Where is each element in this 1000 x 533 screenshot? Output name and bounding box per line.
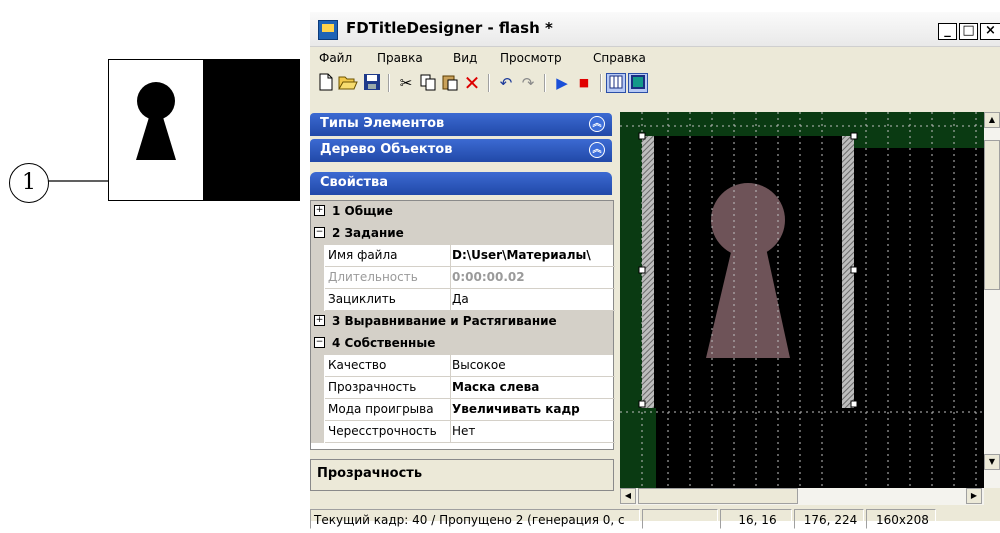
paste-icon[interactable] — [440, 73, 460, 93]
prop-row-playmode[interactable]: Мода проигрыва Увеличивать кадр — [311, 399, 615, 421]
canvas-scene — [620, 112, 984, 488]
menu-edit[interactable]: Правка — [377, 51, 423, 65]
horizontal-scrollbar[interactable]: ◀ ▶ — [620, 488, 984, 505]
title-bar: FDTitleDesigner - flash * _ □ × — [310, 12, 1000, 47]
prop-row-interlace[interactable]: Чересстрочность Нет — [311, 421, 615, 443]
vertical-scrollbar[interactable]: ▲ ▼ — [984, 112, 1000, 488]
category-own[interactable]: − 4 Собственные — [311, 333, 613, 355]
keyhole-mask-illustration — [108, 59, 300, 201]
redo-icon[interactable]: ↷ — [518, 73, 538, 93]
mask-black-area — [203, 60, 299, 200]
status-coords-2: 176, 224 — [794, 509, 864, 529]
scroll-thumb[interactable] — [984, 140, 1000, 290]
menu-preview[interactable]: Просмотр — [500, 51, 562, 65]
undo-icon[interactable]: ↶ — [496, 73, 516, 93]
scroll-down-icon[interactable]: ▼ — [984, 454, 1000, 470]
design-canvas[interactable] — [620, 112, 984, 488]
panel-object-tree[interactable]: Дерево Объектов ︽ — [310, 139, 612, 162]
open-icon[interactable] — [338, 73, 358, 93]
frame-icon[interactable] — [628, 73, 648, 93]
panel-element-types[interactable]: Типы Элементов ︽ — [310, 113, 612, 136]
copy-icon[interactable] — [418, 73, 438, 93]
scroll-thumb[interactable] — [638, 488, 798, 504]
panel-properties-label: Свойства — [320, 175, 389, 190]
window-title: FDTitleDesigner - flash * — [346, 19, 553, 37]
save-icon[interactable] — [362, 73, 382, 93]
collapse-minus-icon[interactable]: − — [314, 337, 325, 348]
prop-row-duration[interactable]: Длительность 0:00:00.02 — [311, 267, 615, 289]
status-coords-1: 16, 16 — [720, 509, 792, 529]
property-description: Прозрачность — [310, 459, 614, 491]
status-size: 160x208 — [866, 509, 936, 529]
keyhole-icon — [136, 82, 176, 160]
property-grid: + 1 Общие − 2 Задание Имя файла D:\User\… — [310, 200, 615, 450]
category-task[interactable]: − 2 Задание — [311, 223, 613, 245]
stop-icon[interactable]: ■ — [574, 73, 594, 93]
maximize-button[interactable]: □ — [959, 23, 978, 40]
app-icon — [318, 20, 338, 40]
play-icon[interactable]: ▶ — [552, 73, 572, 93]
menu-bar: Файл Правка Вид Просмотр Справка — [310, 47, 1000, 69]
panel-element-types-label: Типы Элементов — [320, 116, 445, 131]
description-title: Прозрачность — [317, 466, 423, 481]
collapse-chevron-icon[interactable]: ︽ — [589, 142, 605, 158]
status-frame-info: Текущий кадр: 40 / Пропущено 2 (генераци… — [310, 509, 640, 529]
prop-row-quality[interactable]: Качество Высокое — [311, 355, 615, 377]
collapse-chevron-icon[interactable]: ︽ — [589, 116, 605, 132]
prop-row-loop[interactable]: Зациклить Да — [311, 289, 615, 311]
grid-icon[interactable] — [606, 73, 626, 93]
status-cell — [642, 509, 718, 529]
category-alignment[interactable]: + 3 Выравнивание и Растягивание — [311, 311, 613, 333]
menu-file[interactable]: Файл — [319, 51, 352, 65]
delete-icon[interactable]: ✕ — [462, 73, 482, 93]
category-general[interactable]: + 1 Общие — [311, 201, 613, 223]
scroll-right-icon[interactable]: ▶ — [966, 488, 982, 504]
collapse-minus-icon[interactable]: − — [314, 227, 325, 238]
cut-icon[interactable]: ✂ — [396, 73, 416, 93]
new-icon[interactable] — [316, 73, 336, 93]
menu-help[interactable]: Справка — [593, 51, 646, 65]
scroll-left-icon[interactable]: ◀ — [620, 488, 636, 504]
expand-plus-icon[interactable]: + — [314, 315, 325, 326]
menu-view[interactable]: Вид — [453, 51, 477, 65]
left-panel: Типы Элементов ︽ Дерево Объектов ︽ Свойс… — [310, 110, 616, 487]
minimize-button[interactable]: _ — [938, 23, 957, 40]
close-button[interactable]: × — [980, 23, 1000, 40]
toolbar: ✂ ✕ ↶ ↷ ▶ ■ — [310, 69, 1000, 96]
app-window: FDTitleDesigner - flash * _ □ × Файл Пра… — [310, 12, 1000, 529]
panel-properties[interactable]: Свойства — [310, 172, 612, 195]
scroll-up-icon[interactable]: ▲ — [984, 112, 1000, 128]
expand-plus-icon[interactable]: + — [314, 205, 325, 216]
prop-row-filename[interactable]: Имя файла D:\User\Материалы\ — [311, 245, 615, 267]
panel-object-tree-label: Дерево Объектов — [320, 142, 453, 157]
callout-1: 1 — [9, 163, 49, 203]
status-bar: Текущий кадр: 40 / Пропущено 2 (генераци… — [310, 505, 1000, 533]
prop-row-transparency[interactable]: Прозрачность Маска слева — [311, 377, 615, 399]
